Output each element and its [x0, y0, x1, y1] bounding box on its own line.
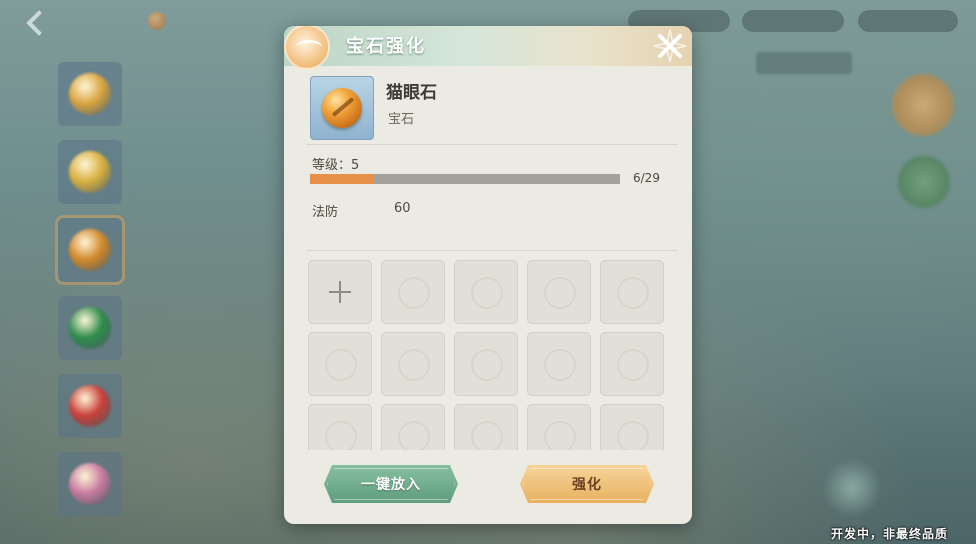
material-slot[interactable] [381, 260, 445, 324]
gem-icon [69, 151, 111, 193]
gem-list-item[interactable] [58, 374, 122, 438]
coin-icon [148, 12, 166, 30]
resource-bar [742, 10, 844, 32]
empty-slot-icon [471, 349, 503, 381]
dialog-title: 宝石强化 [346, 36, 426, 57]
close-button[interactable] [650, 26, 690, 66]
auto-fill-button[interactable]: 一键放入 [324, 465, 458, 503]
divider [306, 144, 678, 145]
gem-list [55, 62, 128, 530]
close-x-icon [653, 29, 687, 63]
empty-slot-icon [398, 421, 430, 450]
exp-progress-bar [310, 174, 620, 184]
amber-gem-icon [322, 88, 362, 128]
material-slot[interactable] [308, 404, 372, 450]
back-button[interactable] [22, 8, 58, 38]
gem-list-item[interactable] [58, 452, 122, 516]
add-material-slot[interactable] [308, 260, 372, 324]
empty-slot-icon [617, 277, 649, 309]
material-slot[interactable] [527, 332, 591, 396]
material-slot[interactable] [454, 260, 518, 324]
blurred-character [822, 458, 882, 518]
resource-bar [858, 10, 958, 32]
material-slot[interactable] [454, 404, 518, 450]
empty-slot-icon [617, 349, 649, 381]
back-arrow-icon [26, 10, 52, 36]
empty-slot-icon [617, 421, 649, 450]
divider [306, 250, 678, 251]
material-slot[interactable] [600, 404, 664, 450]
material-grid-area [308, 260, 668, 450]
blurred-tag [756, 52, 852, 74]
item-icon-frame[interactable] [310, 76, 374, 140]
gem-list-item[interactable] [58, 296, 122, 360]
exp-progress-text: 6/29 [633, 171, 660, 185]
gem-icon [69, 463, 111, 505]
material-grid [308, 260, 668, 450]
level-label: 等级：5 [312, 158, 360, 173]
cloud-emblem-icon [284, 26, 330, 70]
material-slot[interactable] [527, 260, 591, 324]
empty-slot-icon [398, 277, 430, 309]
item-type: 宝石 [388, 112, 415, 127]
gem-enhance-dialog: 宝石强化 猫眼石 宝石 等级：5 6/29 法防 60 一键放入 强化 [284, 26, 692, 524]
gem-icon [69, 229, 111, 271]
gem-icon [69, 307, 111, 349]
material-slot[interactable] [381, 332, 445, 396]
enhance-button[interactable]: 强化 [520, 465, 654, 503]
gem-list-item[interactable] [55, 215, 125, 285]
gem-list-item[interactable] [58, 62, 122, 126]
dev-watermark: 开发中，非最终品质 [830, 527, 948, 541]
material-slot[interactable] [527, 404, 591, 450]
empty-slot-icon [471, 277, 503, 309]
material-slot[interactable] [308, 332, 372, 396]
empty-slot-icon [544, 349, 576, 381]
empty-slot-icon [398, 349, 430, 381]
gem-icon [69, 385, 111, 427]
material-slot[interactable] [454, 332, 518, 396]
material-slot[interactable] [600, 260, 664, 324]
item-name: 猫眼石 [386, 83, 437, 103]
side-button-green[interactable] [898, 156, 950, 208]
stat-name: 法防 [312, 205, 339, 220]
empty-slot-icon [325, 349, 357, 381]
material-slot[interactable] [600, 332, 664, 396]
plus-icon [329, 281, 351, 303]
gem-icon [69, 73, 111, 115]
gem-list-item[interactable] [58, 140, 122, 204]
empty-slot-icon [544, 277, 576, 309]
material-slot[interactable] [381, 404, 445, 450]
empty-slot-icon [544, 421, 576, 450]
stat-value: 60 [394, 201, 411, 216]
side-button-orange[interactable] [892, 74, 954, 136]
exp-progress-fill [310, 174, 375, 184]
empty-slot-icon [471, 421, 503, 450]
empty-slot-icon [325, 421, 357, 450]
